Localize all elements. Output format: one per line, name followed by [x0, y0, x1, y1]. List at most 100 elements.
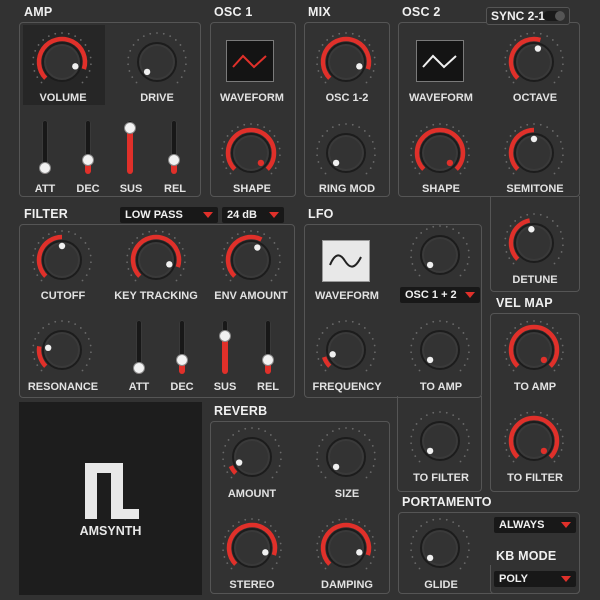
- osc1-shape-knob[interactable]: [219, 121, 283, 185]
- reverb-title: REVERB: [214, 404, 268, 418]
- amp-drive-label: DRIVE: [140, 92, 174, 104]
- filter-slope-value: 24 dB: [227, 209, 257, 221]
- lfo-toamp-label: TO AMP: [419, 381, 463, 393]
- filter-resonance-label: RESONANCE: [27, 381, 99, 393]
- filter-rel-slider[interactable]: [260, 318, 276, 376]
- amp-title: AMP: [24, 5, 53, 19]
- dropdown-arrow-icon: [269, 212, 279, 218]
- osc2-shape-label: SHAPE: [422, 183, 460, 195]
- amp-dec-slider[interactable]: [80, 118, 96, 176]
- filter-envamount-label: ENV AMOUNT: [214, 290, 288, 302]
- kbmode-combo[interactable]: POLY: [494, 571, 576, 587]
- osc2-waveform-label: WAVEFORM: [409, 92, 473, 104]
- osc2-waveform-button[interactable]: [416, 40, 464, 82]
- osc2-octave-label: OCTAVE: [512, 92, 558, 104]
- osc2-detune-label: DETUNE: [512, 274, 558, 286]
- slider-thumb[interactable]: [176, 354, 188, 366]
- osc2-shape-knob[interactable]: [408, 121, 472, 185]
- mix-osc12-label: OSC 1-2: [325, 92, 369, 104]
- mix-osc12-knob[interactable]: [314, 30, 378, 94]
- kbmode-title: KB MODE: [496, 549, 557, 563]
- amp-volume-knob[interactable]: [30, 30, 94, 94]
- filter-cutoff-knob[interactable]: [30, 228, 94, 292]
- lfo-frequency-knob[interactable]: [314, 318, 378, 382]
- amp-rel-label: REL: [164, 183, 186, 195]
- dropdown-arrow-icon: [561, 576, 571, 582]
- amp-drive-knob[interactable]: [125, 30, 189, 94]
- portamento-mode-combo[interactable]: ALWAYS: [494, 517, 576, 533]
- slider-thumb[interactable]: [168, 154, 180, 166]
- sync-toggle[interactable]: [543, 11, 565, 21]
- reverb-size-label: SIZE: [334, 488, 360, 500]
- kbmode-value: POLY: [499, 573, 528, 585]
- triangle-wave-icon: [422, 54, 457, 69]
- velmap-toamp-knob[interactable]: [502, 318, 566, 382]
- triangle-wave-icon: [232, 54, 267, 69]
- lfo-waveform-button[interactable]: [322, 240, 370, 282]
- filter-dec-slider[interactable]: [174, 318, 190, 376]
- reverb-damping-label: DAMPING: [321, 579, 373, 591]
- slider-thumb[interactable]: [39, 162, 51, 174]
- portamento-mode-value: ALWAYS: [499, 519, 545, 531]
- app-logo-panel: AMSYNTH: [19, 402, 202, 595]
- amp-dec-label: DEC: [76, 183, 100, 195]
- lfo-rate-knob[interactable]: [408, 223, 472, 287]
- mix-ringmod-label: RING MOD: [318, 183, 376, 195]
- slider-thumb[interactable]: [262, 354, 274, 366]
- lfo-waveform-label: WAVEFORM: [315, 290, 379, 302]
- filter-resonance-knob[interactable]: [30, 318, 94, 382]
- amp-rel-slider[interactable]: [166, 118, 182, 176]
- filter-slope-combo[interactable]: 24 dB: [222, 207, 284, 223]
- portamento-glide-knob[interactable]: [408, 516, 472, 580]
- amsynth-logo-icon: [85, 463, 139, 519]
- osc2-sync-box[interactable]: SYNC 2-1: [486, 7, 570, 25]
- amp-att-slider[interactable]: [37, 118, 53, 176]
- osc2-sync-label: SYNC 2-1: [491, 9, 546, 23]
- filter-keytracking-label: KEY TRACKING: [114, 290, 198, 302]
- reverb-damping-knob[interactable]: [314, 516, 378, 580]
- filter-envamount-knob[interactable]: [219, 228, 283, 292]
- slider-thumb[interactable]: [219, 330, 231, 342]
- reverb-stereo-knob[interactable]: [220, 516, 284, 580]
- osc1-shape-label: SHAPE: [233, 183, 271, 195]
- osc2-detune-knob[interactable]: [502, 211, 566, 275]
- osc1-waveform-button[interactable]: [226, 40, 274, 82]
- lfo-title: LFO: [308, 207, 334, 221]
- filter-dec-label: DEC: [170, 381, 194, 393]
- slider-thumb[interactable]: [124, 122, 136, 134]
- lfo-target-value: OSC 1 + 2: [405, 289, 457, 301]
- filter-title: FILTER: [24, 207, 69, 221]
- filter-type-combo[interactable]: LOW PASS: [120, 207, 218, 223]
- filter-keytracking-knob[interactable]: [124, 228, 188, 292]
- lfo-toamp-knob[interactable]: [408, 318, 472, 382]
- filter-sus-slider[interactable]: [217, 318, 233, 376]
- portamento-title: PORTAMENTO: [402, 495, 492, 509]
- amp-sus-slider[interactable]: [122, 118, 138, 176]
- reverb-stereo-label: STEREO: [229, 579, 275, 591]
- reverb-size-knob[interactable]: [314, 425, 378, 489]
- app-name-label: AMSYNTH: [79, 524, 142, 538]
- velmap-tofilter-knob[interactable]: [502, 409, 566, 473]
- reverb-amount-label: AMOUNT: [227, 488, 277, 500]
- velmap-title: VEL MAP: [496, 296, 553, 310]
- osc2-title: OSC 2: [402, 5, 441, 19]
- mix-ringmod-knob[interactable]: [314, 121, 378, 185]
- osc2-semitone-knob[interactable]: [502, 121, 566, 185]
- lfo-frequency-label: FREQUENCY: [312, 381, 382, 393]
- lfo-target-combo[interactable]: OSC 1 + 2: [400, 287, 480, 303]
- osc1-title: OSC 1: [214, 5, 253, 19]
- reverb-amount-knob[interactable]: [220, 425, 284, 489]
- dropdown-arrow-icon: [465, 292, 475, 298]
- lfo-tofilter-knob[interactable]: [408, 409, 472, 473]
- filter-att-label: ATT: [128, 381, 150, 393]
- osc2-octave-knob[interactable]: [502, 30, 566, 94]
- filter-cutoff-label: CUTOFF: [40, 290, 86, 302]
- slider-thumb[interactable]: [133, 362, 145, 374]
- synth-panel: AMP VOLUME DRIVE ATT DEC SUS REL OSC 1 W…: [0, 0, 600, 600]
- osc2-semitone-label: SEMITONE: [506, 183, 564, 195]
- slider-thumb[interactable]: [82, 154, 94, 166]
- filter-rel-label: REL: [257, 381, 279, 393]
- filter-att-slider[interactable]: [131, 318, 147, 376]
- mix-title: MIX: [308, 5, 331, 19]
- portamento-glide-label: GLIDE: [424, 579, 458, 591]
